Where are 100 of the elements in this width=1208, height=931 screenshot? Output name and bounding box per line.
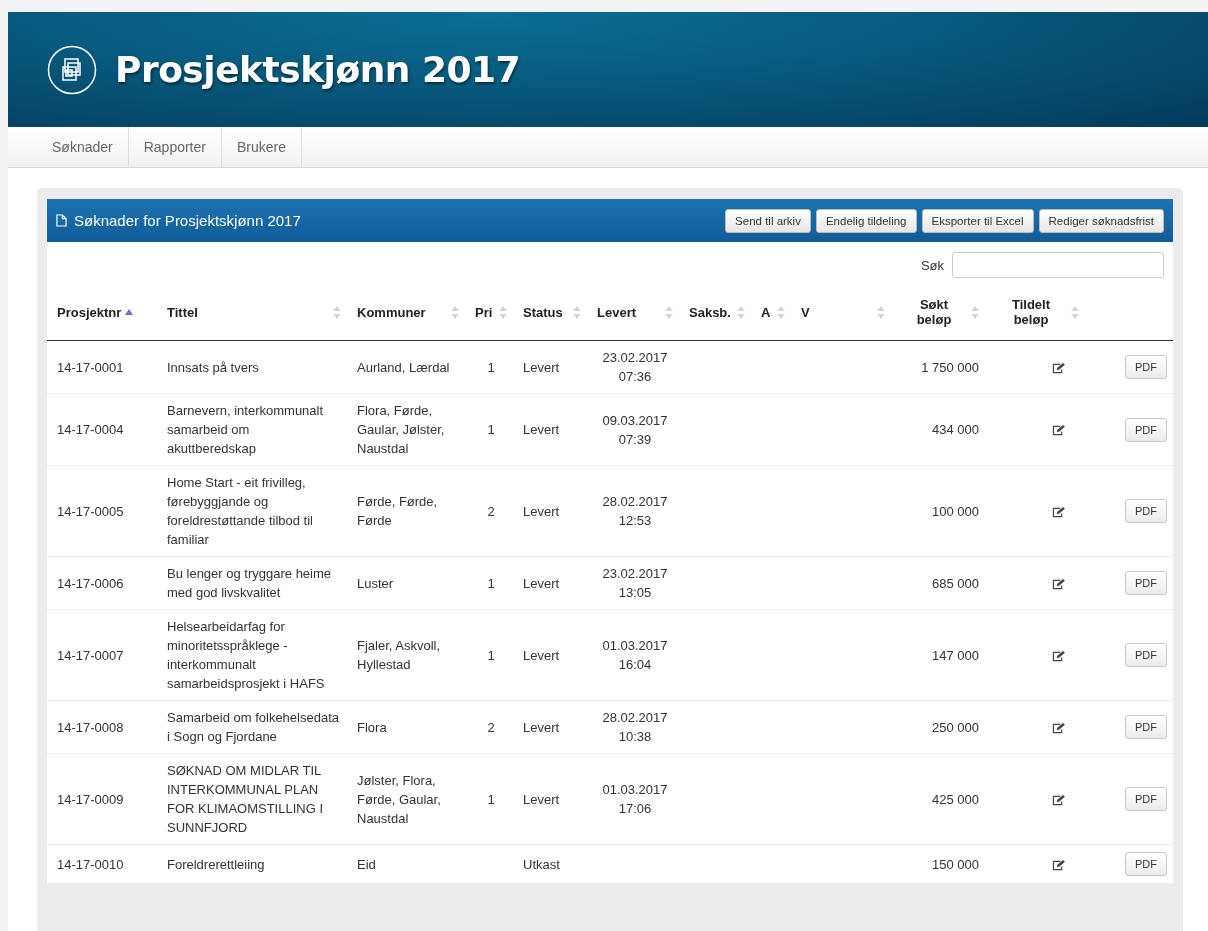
table-cell: Luster (357, 575, 394, 591)
table-cell: Innsats på tvers (167, 359, 259, 375)
column-header[interactable]: Status (523, 304, 563, 320)
table-cell: 14-17-0006 (57, 575, 124, 591)
table-cell-text: 16:04 (617, 656, 653, 674)
column-header[interactable]: Tittel (167, 304, 198, 320)
table-cell: 1 750 000 (921, 359, 979, 375)
table-cell-text: 01.03.2017 (601, 781, 669, 799)
table-cell-text: 28.02.2017 (601, 709, 669, 727)
column-header[interactable]: Saksb. (689, 304, 731, 320)
edit-icon[interactable] (1052, 794, 1065, 806)
table-cell: Levert (523, 359, 560, 375)
nav-tab[interactable]: Rapporter (128, 127, 222, 167)
table-cell: Levert (523, 647, 560, 663)
table-cell: 685 000 (932, 575, 979, 591)
table-cell: Flora (357, 719, 387, 735)
table-cell: 14-17-0001 (57, 359, 124, 375)
table-cell: 14-17-0007 (57, 647, 124, 663)
table-cell-text: 09.03.2017 (601, 411, 669, 430)
toolbar-button[interactable]: Send til arkiv (725, 208, 811, 233)
edit-icon[interactable] (1052, 362, 1065, 374)
edit-icon[interactable] (1052, 578, 1065, 590)
table-cell-text: 07:36 (617, 368, 653, 386)
table-cell: SØKNAD OM MIDLAR TIL INTERKOMMUNAL PLAN FOR KLIMAOMSTILLING I SUNNFJORD (167, 763, 324, 835)
column-header[interactable]: Kommuner (357, 304, 426, 320)
edit-icon[interactable] (1052, 650, 1065, 662)
table-cell: 425 000 (932, 791, 979, 807)
toolbar-button[interactable]: Eksporter til Excel (921, 208, 1034, 233)
pdf-button[interactable]: PDF (1125, 787, 1167, 811)
table-cell: Foreldrerettleiing (167, 856, 265, 872)
pdf-button[interactable]: PDF (1125, 571, 1167, 595)
table-cell-text: 07:39 (617, 430, 653, 449)
toolbar-button[interactable]: Rediger søknadsfrist (1038, 208, 1164, 233)
table-cell: 14-17-0008 (57, 719, 124, 735)
table-cell: 1 (487, 422, 495, 437)
table-cell: Eid (357, 856, 376, 872)
column-header[interactable]: A (761, 304, 771, 320)
table-cell: 14-17-0004 (57, 422, 124, 437)
table-cell: Levert (523, 575, 560, 591)
column-header[interactable]: Pri (475, 304, 493, 320)
nav-tab[interactable]: Brukere (221, 127, 302, 167)
table-cell: Flora, Førde, Gaular, Jølster, Naustdal (357, 403, 445, 456)
table-cell: 100 000 (932, 503, 979, 519)
table-cell: 2 (487, 719, 495, 735)
table-cell: Levert (523, 791, 560, 807)
table-cell-text: 13:05 (617, 584, 653, 602)
table-cell: 147 000 (932, 647, 979, 663)
table-cell-text: 01.03.2017 (601, 637, 669, 655)
app-title: Prosjektskjønn 2017 (115, 49, 521, 90)
pdf-button[interactable]: PDF (1125, 355, 1167, 379)
column-header[interactable]: V (801, 304, 810, 320)
pdf-button[interactable]: PDF (1125, 499, 1167, 523)
table-cell-text: 23.02.2017 (601, 349, 669, 367)
panel-title: Søknader for Prosjektskjønn 2017 (74, 212, 301, 229)
table-cell: 1 (487, 575, 495, 591)
table-cell: 1 (487, 791, 495, 807)
table-cell: Aurland, Lærdal (357, 359, 450, 375)
search-label: Søk (920, 257, 944, 273)
table-cell: Utkast (523, 856, 560, 872)
table-cell: Helsearbeidarfag for minoritetsspråklege - interkommunalt samarbeidsprosjekt i HAFS (167, 619, 325, 691)
toolbar-button[interactable]: Endelig tildeling (815, 208, 917, 233)
table-cell-text: 17:06 (617, 800, 653, 818)
column-header[interactable]: Tildelt beløp (995, 297, 1067, 327)
column-header[interactable]: Søkt beløp (901, 297, 967, 327)
document-icon (56, 214, 67, 227)
column-header[interactable]: Prosjektnr (57, 304, 122, 320)
column-header[interactable]: Levert (597, 304, 637, 320)
table-cell: 14-17-0005 (57, 503, 124, 519)
logo-icon (47, 44, 97, 95)
table-cell-text: 23.02.2017 (601, 565, 669, 583)
pdf-button[interactable]: PDF (1125, 715, 1167, 739)
table-cell: Bu lenger og tryggare heime med god livskvalitet (167, 566, 332, 600)
table-cell: 14-17-0010 (57, 856, 124, 872)
table-cell: 434 000 (932, 422, 979, 437)
table-cell-text: 10:38 (617, 728, 653, 746)
pdf-button[interactable]: PDF (1125, 852, 1167, 876)
table-cell: Samarbeid om folkehelsedata i Sogn og Fjordane (167, 710, 339, 744)
table-cell: 1 (487, 359, 495, 375)
table-cell: Levert (523, 719, 560, 735)
search-field[interactable] (952, 252, 1164, 278)
table-cell: 250 000 (932, 719, 979, 735)
table-cell: Førde, Førde, Førde (357, 494, 438, 528)
pdf-button[interactable]: PDF (1125, 417, 1167, 442)
table-cell: 150 000 (932, 856, 979, 872)
table-cell: Levert (523, 422, 560, 437)
pdf-button[interactable]: PDF (1125, 643, 1167, 667)
table-cell: Home Start - eit frivilleg, førebyggjande og foreldrestøttande tilbod til familiar (167, 475, 313, 547)
table-cell-text: 28.02.2017 (601, 493, 669, 511)
table-cell: Barnevern, interkommunalt samarbeid om akuttberedskap (167, 403, 324, 456)
edit-icon[interactable] (1052, 859, 1065, 871)
table-cell: 14-17-0009 (57, 791, 124, 807)
table-cell: Levert (523, 503, 560, 519)
table-cell: Fjaler, Askvoll, Hyllestad (357, 638, 441, 672)
table-cell: Jølster, Flora, Førde, Gaular, Naustdal (357, 772, 441, 826)
edit-icon[interactable] (1052, 425, 1065, 437)
table-cell: 2 (487, 503, 495, 519)
edit-icon[interactable] (1052, 506, 1065, 518)
nav-tab[interactable]: Søknader (37, 127, 129, 167)
edit-icon[interactable] (1052, 722, 1065, 734)
table-cell-text: 12:53 (617, 512, 653, 530)
